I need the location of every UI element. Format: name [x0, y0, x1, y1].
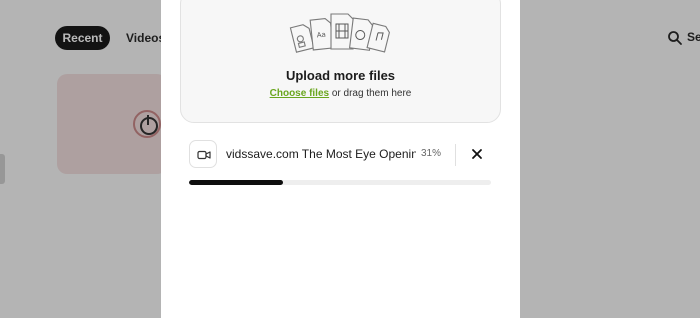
drag-hint: or drag them here — [329, 88, 412, 99]
video-icon — [189, 140, 217, 168]
file-name: vidssave.com The Most Eye Openin... — [226, 147, 416, 161]
upload-subtitle: Choose files or drag them here — [181, 88, 500, 99]
upload-file-row: vidssave.com The Most Eye Openin... 31% — [189, 140, 493, 170]
upload-percent: 31% — [421, 148, 442, 159]
close-icon[interactable] — [469, 146, 485, 162]
upload-progress-fill — [189, 180, 283, 185]
upload-dropzone[interactable]: Aa Upload more files Choose files or dra… — [180, 0, 501, 123]
svg-text:Aa: Aa — [316, 31, 326, 40]
upload-modal: Aa Upload more files Choose files or dra… — [161, 0, 520, 318]
upload-title: Upload more files — [285, 68, 396, 83]
upload-progress-bar — [189, 180, 491, 185]
divider — [455, 144, 456, 166]
choose-files-link[interactable]: Choose files — [270, 88, 329, 99]
file-types-icon: Aa — [289, 13, 390, 53]
